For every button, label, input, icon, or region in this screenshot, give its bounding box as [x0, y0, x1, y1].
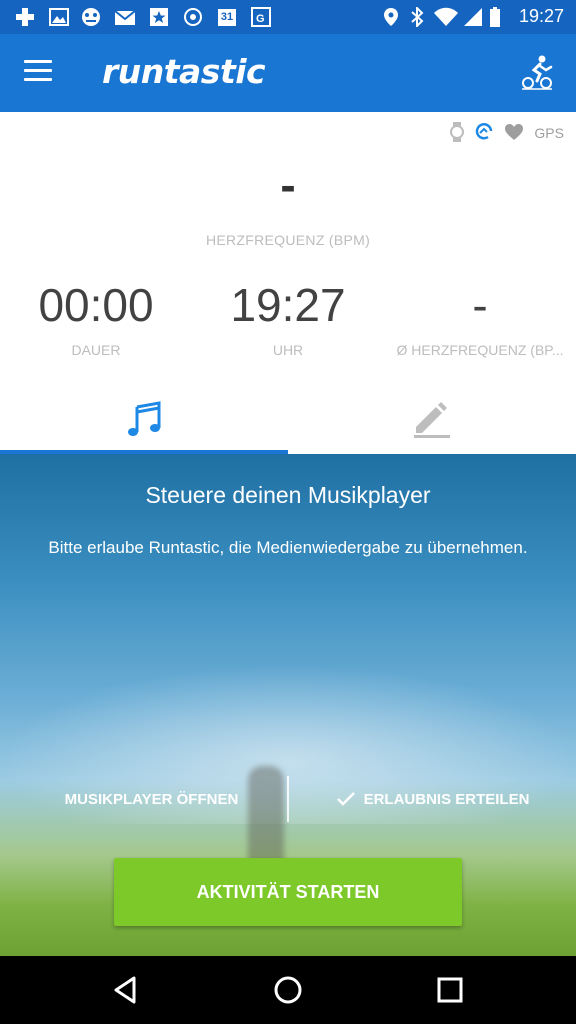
music-panel-title: Steuere deinen Musikplayer	[145, 482, 431, 508]
music-note-icon	[125, 400, 163, 444]
tab-notes[interactable]	[288, 390, 576, 454]
wifi-icon	[432, 6, 460, 28]
cellular-icon	[462, 6, 484, 28]
heart-rate-label: HERZFREQUENZ (BPM)	[205, 232, 371, 248]
heart-icon	[504, 123, 524, 144]
watch-icon	[450, 121, 465, 145]
start-activity-button[interactable]: AKTIVITÄT STARTEN	[114, 858, 462, 926]
avg-heart-rate-value: -	[472, 279, 488, 331]
mail-icon	[114, 6, 136, 28]
bluetooth-icon	[406, 6, 428, 28]
recents-icon[interactable]	[434, 974, 466, 1006]
puzzle-icon	[14, 6, 36, 28]
record-icon	[182, 6, 204, 28]
cycling-activity-icon[interactable]	[520, 54, 554, 90]
sync-icon	[474, 122, 494, 145]
duration-value: 00:00	[38, 279, 154, 331]
image-icon	[48, 6, 70, 28]
grant-permission-label: ERLAUBNIS ERTEILEN	[363, 790, 530, 808]
duration-label: DAUER	[71, 342, 121, 358]
battery-icon	[488, 6, 502, 28]
location-icon	[380, 6, 402, 28]
open-music-player-label: MUSIKPLAYER ÖFFNEN	[64, 790, 239, 808]
open-music-player-button[interactable]: MUSIKPLAYER ÖFFNEN	[0, 776, 287, 822]
edit-pencil-icon	[412, 401, 452, 444]
checkmark-icon	[336, 791, 356, 807]
stat-avg-heart-rate: - Ø HERZFREQUENZ (BP...	[384, 278, 576, 358]
clock-label: UHR	[272, 342, 304, 358]
calendar-day: 31	[220, 11, 234, 23]
grant-permission-button[interactable]: ERLAUBNIS ERTEILEN	[289, 776, 576, 822]
calendar-icon: 31	[216, 6, 238, 28]
heart-rate-value: -	[280, 159, 296, 211]
music-panel-description: Bitte erlaube Runtastic, die Medienwiede…	[48, 538, 528, 557]
hamburger-menu-icon[interactable]	[24, 60, 52, 84]
app-logo: runtastic	[102, 52, 266, 91]
tab-bar	[0, 390, 576, 454]
game-controller-icon	[80, 6, 102, 28]
sensor-status: GPS	[450, 120, 564, 146]
status-time: 19:27	[518, 6, 564, 26]
status-bar: 31 G 19:27	[0, 0, 576, 34]
back-icon[interactable]	[110, 974, 142, 1006]
gps-label: GPS	[534, 125, 564, 141]
start-activity-label: AKTIVITÄT STARTEN	[196, 881, 380, 902]
stat-duration: 00:00 DAUER	[0, 278, 192, 358]
avg-heart-rate-label: Ø HERZFREQUENZ (BP...	[396, 342, 564, 358]
svg-text:G: G	[256, 13, 265, 25]
music-actions: MUSIKPLAYER ÖFFNEN ERLAUBNIS ERTEILEN	[0, 776, 576, 822]
google-plus-icon: G	[250, 6, 272, 28]
stat-clock: 19:27 UHR	[192, 278, 384, 358]
star-icon	[148, 6, 170, 28]
home-icon[interactable]	[272, 974, 304, 1006]
app-bar: runtastic	[0, 34, 576, 112]
system-nav-bar	[0, 956, 576, 1024]
tab-music[interactable]	[0, 390, 288, 454]
clock-value: 19:27	[230, 279, 346, 331]
